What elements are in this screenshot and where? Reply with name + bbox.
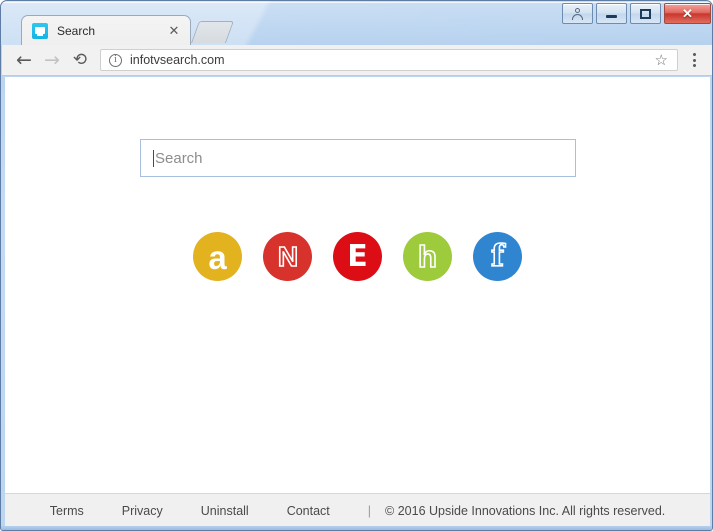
footer-link-contact[interactable]: Contact — [287, 504, 330, 518]
address-bar[interactable]: i infotvsearch.com ☆ — [100, 49, 678, 71]
window-frame-bottom — [1, 526, 712, 530]
facebook-letter-icon: f — [490, 238, 504, 274]
site-info-icon[interactable]: i — [109, 53, 122, 67]
menu-dot — [692, 58, 696, 62]
page-footer: Terms Privacy Uninstall Contact | © 2016… — [5, 493, 710, 528]
shortcut-facebook[interactable]: f — [473, 232, 522, 281]
tv-screen-icon — [32, 22, 48, 39]
text-caret — [153, 149, 154, 167]
forward-button: → — [38, 46, 66, 74]
browser-toolbar: ← → ⟳ i infotvsearch.com ☆ — [2, 45, 712, 76]
shortcut-netflix[interactable]: N — [263, 232, 312, 281]
reload-button[interactable]: ⟳ — [66, 46, 94, 74]
copyright-text: © 2016 Upside Innovations Inc. All right… — [385, 504, 666, 518]
reload-icon: ⟳ — [72, 49, 88, 70]
browser-window: ✕ Search ✕ ← → ⟳ i infotvsearch.com ☆ Se… — [0, 0, 713, 531]
tab-close-icon[interactable]: ✕ — [167, 24, 181, 38]
page-content: Search a N E h f — [5, 77, 710, 528]
amazon-letter-icon: a — [208, 239, 227, 276]
forward-arrow-icon: → — [44, 48, 60, 71]
footer-separator: | — [367, 504, 372, 518]
tab-strip: Search ✕ — [1, 15, 712, 45]
menu-dot — [692, 53, 696, 56]
search-placeholder: Search — [155, 149, 203, 167]
shortcut-icon-row: a N E h f — [5, 232, 710, 281]
back-arrow-icon: ← — [16, 48, 32, 71]
footer-links: Terms Privacy Uninstall Contact | © 2016… — [50, 504, 666, 518]
kebab-menu-icon[interactable] — [682, 48, 706, 72]
back-button[interactable]: ← — [10, 46, 38, 74]
shortcut-amazon[interactable]: a — [193, 232, 242, 281]
footer-link-terms[interactable]: Terms — [50, 504, 84, 518]
netflix-letter-icon: N — [277, 240, 299, 272]
hulu-letter-icon: h — [417, 239, 438, 274]
tab-title: Search — [57, 23, 96, 38]
url-text: infotvsearch.com — [130, 53, 225, 67]
search-input[interactable]: Search — [140, 139, 576, 177]
bookmark-star-icon[interactable]: ☆ — [655, 52, 668, 68]
espn-letter-icon: E — [347, 238, 368, 274]
tab-search[interactable]: Search ✕ — [21, 15, 191, 45]
menu-dot — [692, 64, 696, 67]
shortcut-espn[interactable]: E — [333, 232, 382, 281]
new-tab-button[interactable] — [190, 21, 235, 43]
shortcut-hulu[interactable]: h — [403, 232, 452, 281]
footer-link-uninstall[interactable]: Uninstall — [201, 504, 249, 518]
footer-link-privacy[interactable]: Privacy — [122, 504, 163, 518]
